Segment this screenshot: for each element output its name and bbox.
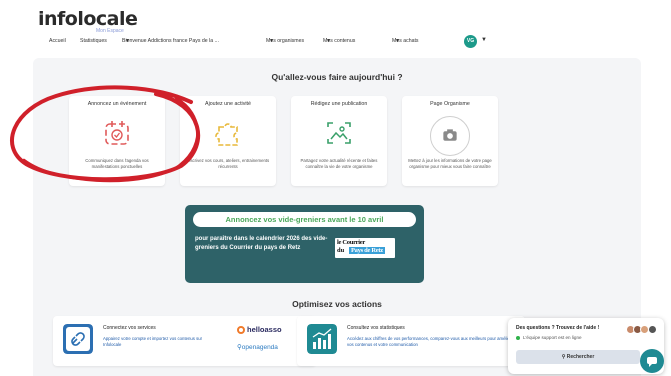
promo-banner[interactable]: Annoncez vos vide-greniers avant le 10 a… <box>185 205 424 283</box>
courrier-logo-line1: le Courrier <box>337 239 365 246</box>
courrier-logo-du: du <box>337 247 345 254</box>
chat-icon <box>647 357 657 367</box>
support-status: L'équipe support est en ligne <box>516 335 582 340</box>
chevron-down-icon: ▼ <box>125 38 130 44</box>
calendar-icon <box>105 121 129 145</box>
support-avatars <box>626 325 662 335</box>
puzzle-icon <box>215 123 238 146</box>
openagenda-label: openagenda <box>241 344 278 351</box>
card-description: Communiquez dans l'agenda vos manifestat… <box>85 158 149 169</box>
avatar <box>648 325 657 334</box>
card-title: Ajoutez une activité <box>205 101 251 107</box>
stats-icon <box>307 324 337 354</box>
nav-statistiques[interactable]: Statistiques <box>80 38 107 44</box>
card-connectez-services[interactable]: Connectez vos services Appairez votre co… <box>53 316 316 366</box>
card-description: Mettez à jour les informations de votre … <box>408 158 492 169</box>
page-title: Qu'allez-vous faire aujourd'hui ? <box>271 72 403 82</box>
main-nav: Accueil Statistiques Bienvenue Addiction… <box>0 38 671 50</box>
page: infolocale Mon Espace Accueil Statistiqu… <box>0 0 671 376</box>
logo[interactable]: infolocale <box>38 8 138 30</box>
chat-button[interactable] <box>640 349 664 373</box>
card-ajoutez-activite[interactable]: Ajoutez une activité Inscrivez vos cours… <box>180 96 276 186</box>
image-icon <box>327 122 351 144</box>
card-page-organisme[interactable]: Page Organisme Mettez à jour les informa… <box>402 96 498 186</box>
action-title: Consultez vos statistiques <box>347 325 405 331</box>
helloasso-mark-icon <box>237 326 245 335</box>
card-annoncez-evenement[interactable]: Annoncez un événement Communiquez dans l… <box>69 96 165 186</box>
helloasso-label: helloasso <box>247 325 282 334</box>
nav-accueil[interactable]: Accueil <box>49 38 66 44</box>
card-consultez-statistiques[interactable]: Consultez vos statistiques Accédez aux c… <box>297 316 525 366</box>
camera-icon <box>443 129 457 141</box>
header: infolocale Mon Espace Accueil Statistiqu… <box>0 0 671 58</box>
helloasso-logo[interactable]: helloasso <box>237 325 282 335</box>
courrier-logo-pays: Pays de Retz <box>349 247 385 254</box>
card-title: Page Organisme <box>430 101 470 107</box>
banner-body: pour paraître dans le calendrier 2026 de… <box>195 236 328 251</box>
courrier-logo: le Courrier du Pays de Retz <box>335 238 395 258</box>
nav-organisme-label: Bienvenue Addictions france Pays de la .… <box>122 38 219 44</box>
chevron-down-icon: ▼ <box>395 38 400 44</box>
avatar[interactable]: VG <box>464 35 477 48</box>
support-status-label: L'équipe support est en ligne <box>523 335 582 340</box>
card-description: Partagez votre actualité récente et fait… <box>300 158 378 169</box>
action-description: Accédez aux chiffres de vos performances… <box>347 336 516 347</box>
online-dot-icon <box>516 335 520 340</box>
logo-subtitle: Mon Espace <box>96 28 124 34</box>
card-redigez-publication[interactable]: Rédigez une publication Partagez votre a… <box>291 96 387 186</box>
openagenda-logo[interactable]: ⚲openagenda <box>237 343 278 351</box>
chevron-down-icon: ▼ <box>269 38 274 44</box>
action-title: Connectez vos services <box>103 325 156 331</box>
chevron-down-icon[interactable]: ▼ <box>481 37 487 43</box>
section-title: Optimisez vos actions <box>292 299 382 309</box>
card-title: Annoncez un événement <box>87 101 147 107</box>
card-title: Rédigez une publication <box>310 101 368 107</box>
help-search-button[interactable]: ⚲ Rechercher <box>516 350 640 364</box>
help-search-label: Rechercher <box>566 354 595 360</box>
camera-frame <box>430 116 470 156</box>
action-description: Appairez votre compte et importez vos co… <box>103 336 203 347</box>
chevron-down-icon: ▼ <box>326 38 331 44</box>
banner-headline: Annoncez vos vide-greniers avant le 10 a… <box>193 212 416 227</box>
link-icon <box>63 324 93 354</box>
card-description: Inscrivez vos cours, ateliers, entrainem… <box>186 158 270 169</box>
help-title: Des questions ? Trouvez de l'aide ! <box>516 325 600 331</box>
